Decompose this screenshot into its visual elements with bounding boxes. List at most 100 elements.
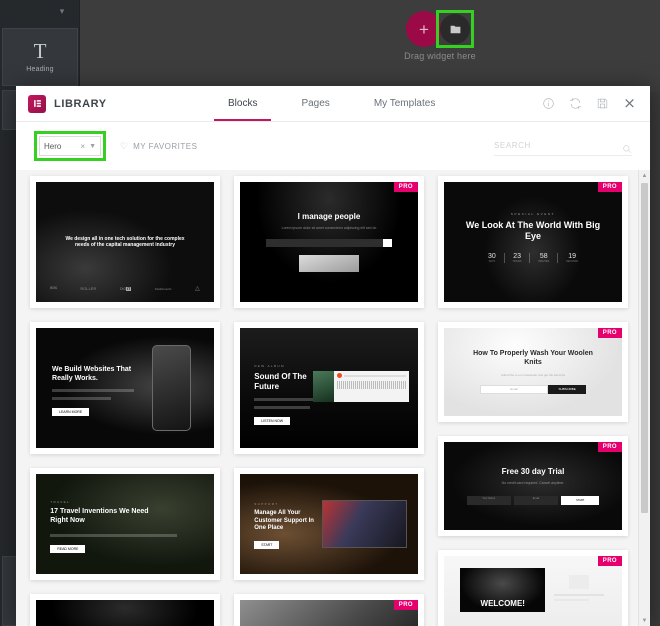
- start-button: START: [561, 495, 600, 505]
- template-title: 17 Travel Inventions We Need Right Now: [50, 508, 149, 524]
- add-template-button[interactable]: [440, 14, 470, 44]
- welcome-image: WELCOME!: [460, 567, 546, 613]
- drag-widget-label: Drag widget here: [404, 51, 476, 61]
- chevron-down-icon[interactable]: ▾: [57, 6, 67, 16]
- template-thumbnail: PRO How To Properly Wash Your Woolen Kni…: [444, 328, 622, 416]
- audio-player-mockup: [313, 371, 410, 403]
- pro-badge: PRO: [393, 182, 418, 192]
- elementor-editor: ▾ T Heading + Drag widget here LIBRARY B…: [0, 0, 660, 626]
- template-thumbnail: PRO Free 30 day Trial No credit card req…: [444, 442, 622, 530]
- save-icon[interactable]: [596, 97, 609, 110]
- template-column-1: We design all in one tech solution for t…: [30, 176, 220, 626]
- card-mockup: [299, 255, 359, 273]
- template-card-capital-management[interactable]: We design all in one tech solution for t…: [30, 176, 220, 308]
- template-column-3: PRO SPECIAL EVENT We Look At The World W…: [438, 176, 628, 626]
- template-thumbnail: We Build Websites That Really Works. LEA…: [36, 328, 214, 448]
- modal-tabs: Blocks Pages My Templates: [206, 86, 542, 121]
- template-card-pro-bottom[interactable]: PRO: [234, 594, 424, 626]
- search-input[interactable]: [494, 141, 622, 150]
- countdown-unit: SECONDS: [566, 259, 579, 263]
- search-box: [494, 136, 632, 156]
- clear-filter-icon[interactable]: ×: [80, 142, 85, 151]
- template-card-woolen-knits[interactable]: PRO How To Properly Wash Your Woolen Kni…: [438, 322, 628, 422]
- template-card-i-manage-people-2[interactable]: I manage people: [30, 594, 220, 626]
- template-button: READ MORE: [50, 544, 86, 553]
- category-filter-value: Hero: [44, 141, 62, 151]
- template-card-sound-of-the-future[interactable]: NEW ALBUM Sound Of The Future LISTEN NOW: [234, 322, 424, 454]
- scrollbar-thumb[interactable]: [641, 183, 648, 513]
- countdown-value: 19: [568, 252, 576, 260]
- template-card-customer-support[interactable]: SUPPORT Manage All Your Customer Support…: [234, 468, 424, 580]
- template-title: Free 30 day Trial: [501, 467, 565, 477]
- template-title: We Build Websites That Really Works.: [52, 366, 132, 383]
- template-title: We design all in one tech solution for t…: [65, 235, 185, 248]
- tab-blocks[interactable]: Blocks: [206, 86, 279, 121]
- template-subtitle: Lorem ipsum dolor sit amet consectetur a…: [281, 225, 377, 230]
- template-grid-container: We design all in one tech solution for t…: [16, 170, 650, 626]
- elementor-logo-icon: [28, 94, 46, 113]
- tab-my-templates[interactable]: My Templates: [352, 86, 458, 121]
- modal-toolbar: Hero × ▼ ♡ MY FAVORITES: [16, 122, 650, 170]
- modal-brand: LIBRARY: [16, 86, 206, 121]
- template-column-2: PRO I manage people Lorem ipsum dolor si…: [234, 176, 424, 626]
- scroll-down-arrow[interactable]: ▼: [639, 615, 650, 626]
- template-card-welcome[interactable]: PRO WELCOME!: [438, 550, 628, 626]
- modal-title: LIBRARY: [54, 97, 107, 110]
- template-title: How To Properly Wash Your Woolen Knits: [473, 350, 593, 366]
- heading-t-icon: T: [33, 39, 47, 63]
- template-button: START: [254, 540, 280, 549]
- logo-item: Dashboards: [154, 286, 172, 291]
- template-thumbnail: NEW ALBUM Sound Of The Future LISTEN NOW: [240, 328, 418, 448]
- name-field: Your Name: [466, 495, 511, 505]
- my-favorites-button[interactable]: ♡ MY FAVORITES: [120, 141, 198, 151]
- logo-item: △: [195, 286, 200, 292]
- email-field: Email: [513, 495, 559, 505]
- logo-item: DIGIT: [119, 286, 132, 291]
- pro-badge: PRO: [597, 328, 622, 338]
- pro-badge: PRO: [597, 182, 622, 192]
- template-thumbnail: I manage people: [36, 600, 214, 626]
- chevron-down-icon[interactable]: ▼: [89, 143, 96, 150]
- search-icon[interactable]: [622, 141, 632, 153]
- template-card-i-manage-people[interactable]: PRO I manage people Lorem ipsum dolor si…: [234, 176, 424, 308]
- template-card-we-build-websites[interactable]: We Build Websites That Really Works. LEA…: [30, 322, 220, 454]
- template-title: Manage All Your Customer Support In One …: [254, 510, 314, 531]
- countdown-timer: 30 DAYS 23 HOURS 58 MINUTES 19 SECONDS: [488, 252, 579, 263]
- template-card-free-trial[interactable]: PRO Free 30 day Trial No credit card req…: [438, 436, 628, 536]
- pro-badge: PRO: [597, 556, 622, 566]
- my-favorites-label: MY FAVORITES: [133, 141, 198, 151]
- filter-highlight-box: Hero × ▼: [34, 131, 106, 161]
- template-thumbnail: PRO SPECIAL EVENT We Look At The World W…: [444, 182, 622, 302]
- countdown-unit: HOURS: [512, 259, 522, 263]
- add-template-highlight: [436, 10, 474, 48]
- template-grid: We design all in one tech solution for t…: [16, 170, 638, 626]
- template-thumbnail: PRO WELCOME!: [444, 556, 622, 626]
- template-subtitle: Subscribe to our newsletter and get the …: [500, 372, 566, 377]
- editor-canvas: + Drag widget here: [80, 0, 660, 92]
- widget-heading[interactable]: T Heading: [2, 28, 78, 86]
- template-card-big-eye[interactable]: PRO SPECIAL EVENT We Look At The World W…: [438, 176, 628, 308]
- email-field: Email: [479, 384, 549, 394]
- countdown-unit: DAYS: [488, 259, 496, 263]
- logo-item: ROLLER: [80, 286, 97, 291]
- image-mockup: [321, 500, 408, 548]
- scroll-up-arrow[interactable]: ▲: [639, 170, 650, 181]
- countdown-value: 23: [513, 252, 521, 260]
- template-card-travel-inventions[interactable]: TRAVEL 17 Travel Inventions We Need Righ…: [30, 468, 220, 580]
- pro-badge: PRO: [597, 442, 622, 452]
- template-button: LEARN MORE: [52, 407, 90, 416]
- scrollbar-track[interactable]: [639, 181, 650, 615]
- template-eyebrow: TRAVEL: [50, 500, 71, 504]
- tab-pages[interactable]: Pages: [279, 86, 351, 121]
- info-icon[interactable]: [542, 97, 555, 110]
- sync-icon[interactable]: [569, 97, 582, 110]
- category-filter-select[interactable]: Hero × ▼: [39, 136, 101, 156]
- library-modal: LIBRARY Blocks Pages My Templates × Hero…: [16, 86, 650, 626]
- close-icon[interactable]: ×: [623, 96, 636, 111]
- widget-drop-zone[interactable]: + Drag widget here: [390, 8, 490, 66]
- vertical-scrollbar[interactable]: ▲ ▼: [638, 170, 650, 626]
- subscribe-button: SUBSCRIBE: [548, 384, 587, 394]
- template-thumbnail: TRAVEL 17 Travel Inventions We Need Righ…: [36, 474, 214, 574]
- template-button: LISTEN NOW: [254, 417, 291, 425]
- pro-badge: PRO: [393, 600, 418, 610]
